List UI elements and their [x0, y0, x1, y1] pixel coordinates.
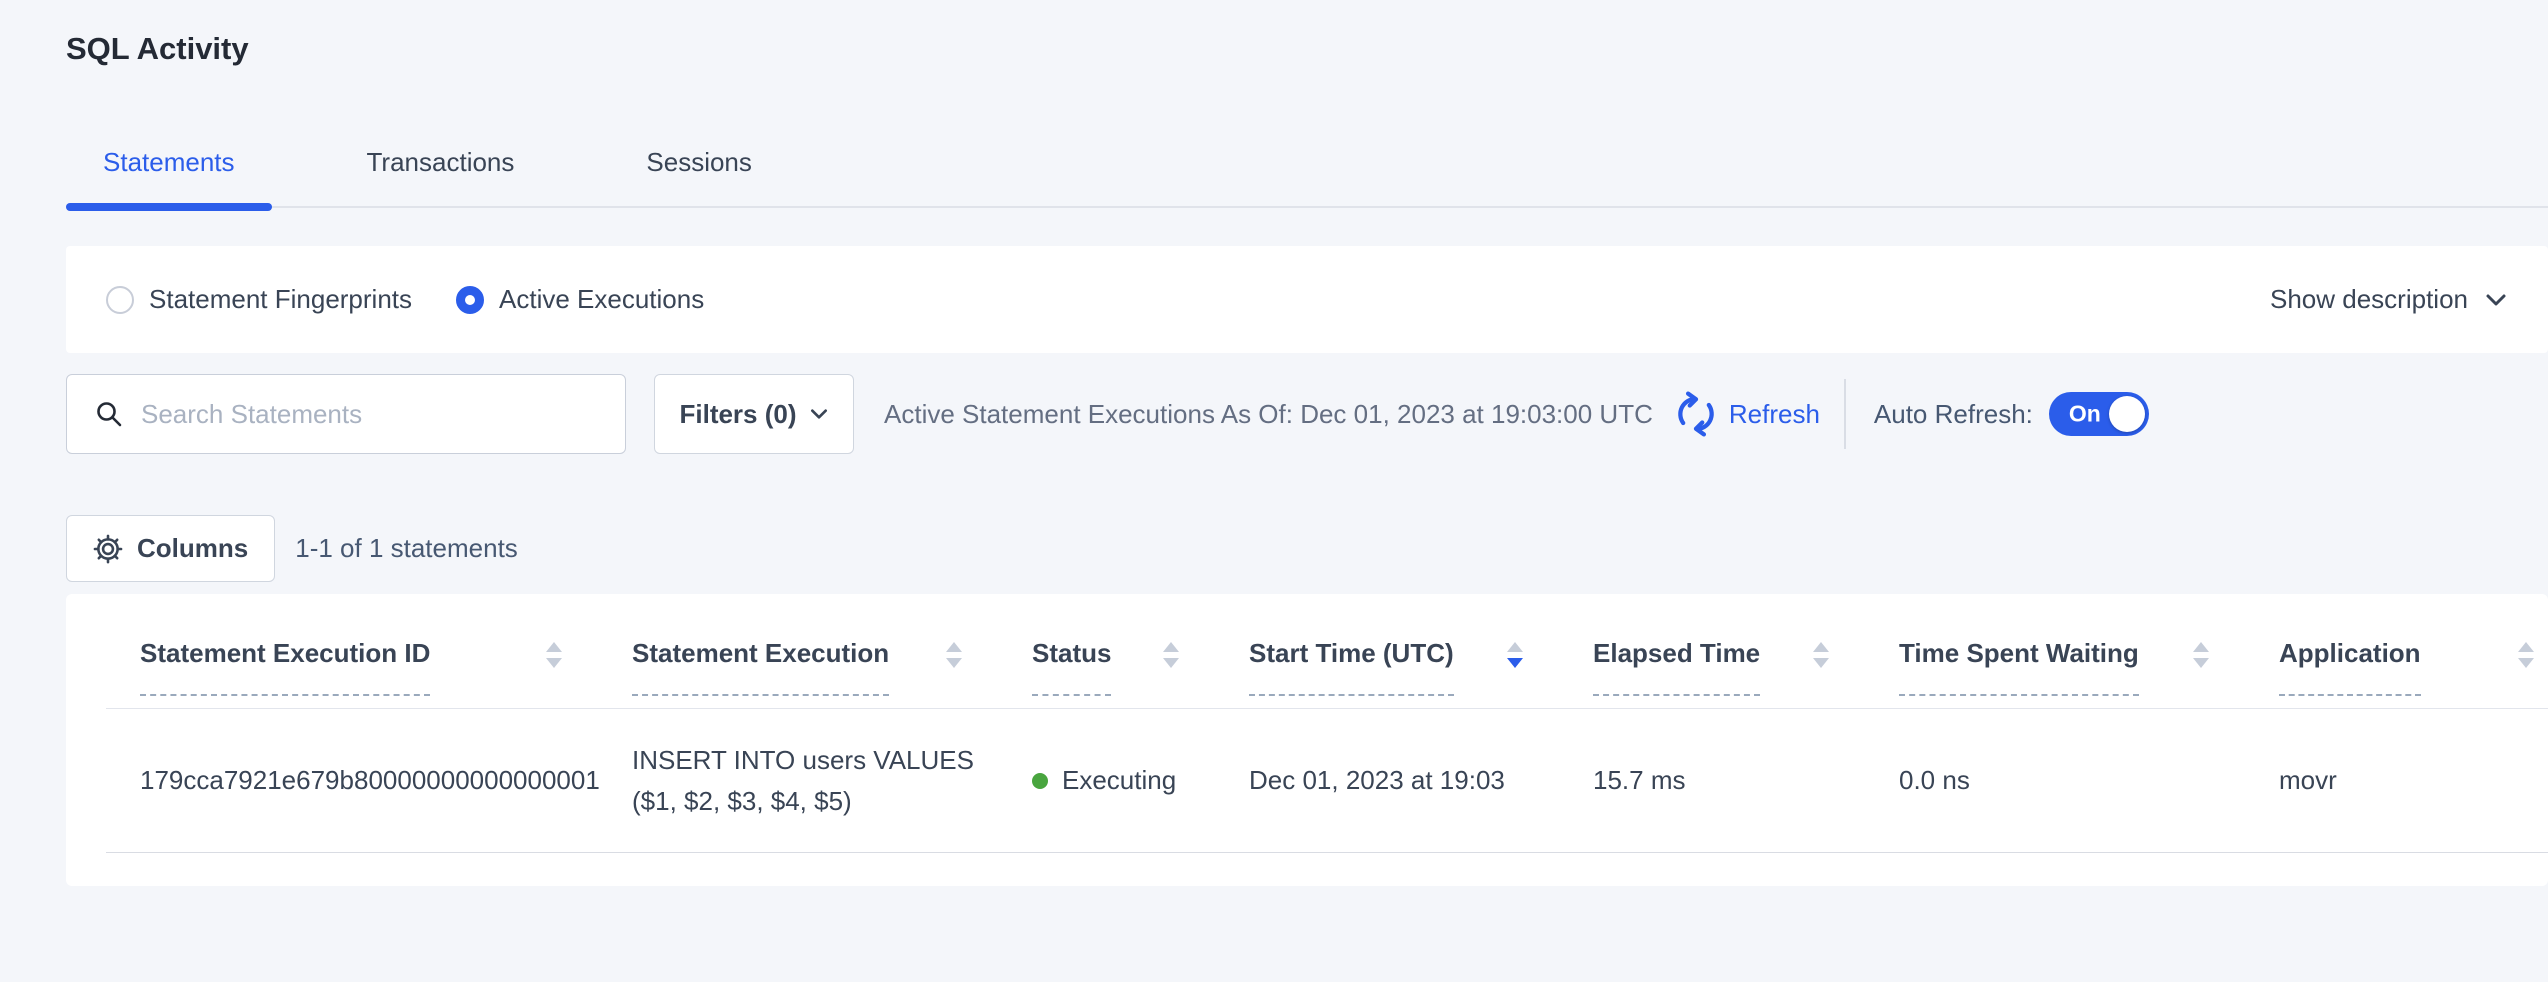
refresh-button[interactable]: Refresh — [1673, 391, 1820, 437]
search-icon — [95, 400, 123, 428]
radio-statement-fingerprints[interactable]: Statement Fingerprints — [106, 284, 412, 315]
statements-table: Statement Execution ID Statement Executi… — [106, 594, 2548, 853]
cell-application: movr — [2279, 709, 2548, 853]
tab-statements[interactable]: Statements — [66, 146, 272, 206]
table-controls: Columns 1-1 of 1 statements — [66, 515, 518, 582]
show-description-label: Show description — [2270, 284, 2468, 315]
search-input[interactable] — [141, 399, 609, 430]
refresh-label: Refresh — [1729, 399, 1820, 430]
column-header-application[interactable]: Application — [2279, 594, 2548, 709]
tab-sessions[interactable]: Sessions — [609, 146, 789, 206]
tab-bar: Statements Transactions Sessions — [66, 146, 2548, 208]
radio-label: Active Executions — [499, 284, 704, 315]
column-header-statement-execution-id[interactable]: Statement Execution ID — [106, 594, 632, 709]
cell-time-spent-waiting: 0.0 ns — [1899, 709, 2279, 853]
gear-icon — [93, 534, 123, 564]
cell-statement-execution[interactable]: INSERT INTO users VALUES ($1, $2, $3, $4… — [632, 709, 1032, 853]
column-header-status[interactable]: Status — [1032, 594, 1249, 709]
columns-label: Columns — [137, 533, 248, 564]
sort-icon[interactable] — [546, 642, 562, 668]
column-header-start-time[interactable]: Start Time (UTC) — [1249, 594, 1593, 709]
cell-elapsed-time: 15.7 ms — [1593, 709, 1899, 853]
sort-icon[interactable] — [946, 642, 962, 668]
sql-activity-page: SQL Activity Statements Transactions Ses… — [0, 0, 2548, 982]
view-mode-card: Statement Fingerprints Active Executions… — [66, 246, 2548, 353]
columns-button[interactable]: Columns — [66, 515, 275, 582]
status-label: Executing — [1062, 765, 1176, 796]
sort-icon[interactable] — [1813, 642, 1829, 668]
divider — [1844, 379, 1846, 449]
tab-transactions[interactable]: Transactions — [330, 146, 552, 206]
filters-label: Filters (0) — [679, 399, 796, 430]
sort-icon-desc-active[interactable] — [1507, 642, 1523, 668]
cell-status: Executing — [1032, 709, 1249, 853]
filter-bar: Filters (0) Active Statement Executions … — [66, 374, 2548, 454]
radio-unselected-icon[interactable] — [106, 286, 134, 314]
results-count: 1-1 of 1 statements — [295, 533, 518, 564]
cell-statement-execution-id[interactable]: 179cca7921e679b80000000000000001 — [106, 709, 632, 853]
auto-refresh-label: Auto Refresh: — [1874, 399, 2033, 430]
radio-selected-icon[interactable] — [456, 286, 484, 314]
chevron-down-icon — [809, 404, 829, 424]
filters-button[interactable]: Filters (0) — [654, 374, 854, 454]
radio-label: Statement Fingerprints — [149, 284, 412, 315]
cell-start-time: Dec 01, 2023 at 19:03 — [1249, 709, 1593, 853]
radio-active-executions[interactable]: Active Executions — [456, 284, 704, 315]
column-header-statement-execution[interactable]: Statement Execution — [632, 594, 1032, 709]
show-description-button[interactable]: Show description — [2270, 284, 2508, 315]
chevron-down-icon — [2484, 288, 2508, 312]
search-box[interactable] — [66, 374, 626, 454]
refresh-icon — [1673, 391, 1719, 437]
sort-icon[interactable] — [2193, 642, 2209, 668]
toggle-knob[interactable] — [2109, 396, 2145, 432]
sort-icon[interactable] — [1163, 642, 1179, 668]
toggle-state-label: On — [2069, 401, 2101, 428]
auto-refresh-toggle[interactable]: On — [2049, 392, 2149, 436]
table-header-row: Statement Execution ID Statement Executi… — [106, 594, 2548, 709]
page-title: SQL Activity — [66, 30, 249, 68]
statements-table-card: Statement Execution ID Statement Executi… — [66, 594, 2548, 886]
status-executing-icon — [1032, 773, 1048, 789]
column-header-elapsed-time[interactable]: Elapsed Time — [1593, 594, 1899, 709]
table-row[interactable]: 179cca7921e679b80000000000000001 INSERT … — [106, 709, 2548, 853]
as-of-timestamp: Active Statement Executions As Of: Dec 0… — [884, 399, 1653, 430]
sort-icon[interactable] — [2518, 642, 2534, 668]
column-header-time-spent-waiting[interactable]: Time Spent Waiting — [1899, 594, 2279, 709]
